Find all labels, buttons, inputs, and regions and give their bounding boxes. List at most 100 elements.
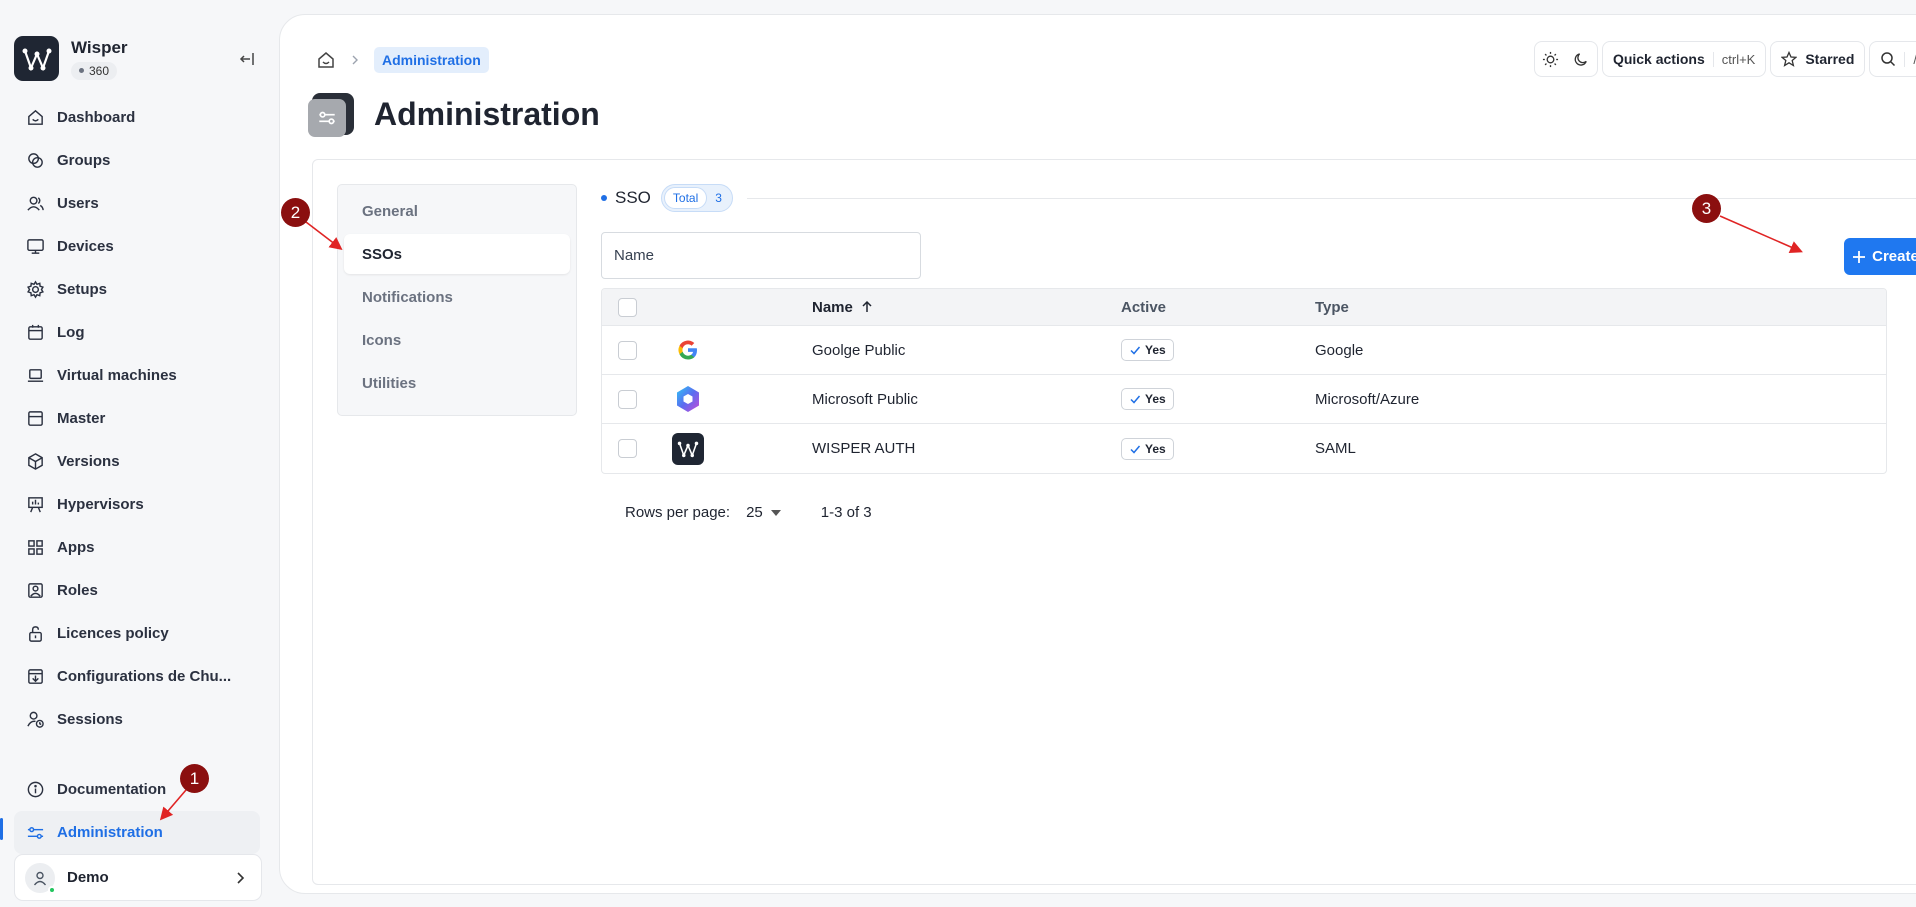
home-icon xyxy=(28,109,43,125)
check-icon xyxy=(1130,395,1141,404)
home-icon[interactable] xyxy=(316,50,336,70)
tab-utilities[interactable]: Utilities xyxy=(344,363,570,403)
sidebar-item-licences-policy[interactable]: Licences policy xyxy=(14,612,260,655)
starred-button[interactable]: Starred xyxy=(1770,41,1866,77)
admin-tabs: General SSOs Notifications Icons Utiliti… xyxy=(337,184,577,416)
calendar-icon xyxy=(28,324,43,340)
page-header: Administration xyxy=(308,93,600,137)
wisper-logo-icon xyxy=(14,36,59,81)
active-badge: Yes xyxy=(1121,388,1174,410)
section-divider xyxy=(746,197,1916,199)
caret-down-icon xyxy=(770,509,781,516)
breadcrumb-current[interactable]: Administration xyxy=(374,47,489,73)
search-button[interactable]: / xyxy=(1869,41,1916,77)
download-box-icon xyxy=(28,669,43,684)
sidebar-item-log[interactable]: Log xyxy=(14,311,260,354)
table-row[interactable]: Microsoft Public Yes Microsoft/Azure xyxy=(602,375,1886,424)
grid-icon xyxy=(28,540,43,555)
sidebar-item-users[interactable]: Users xyxy=(14,182,260,225)
sidebar-item-dashboard[interactable]: Dashboard xyxy=(14,96,260,139)
table-row[interactable]: Goolge Public Yes Google xyxy=(602,326,1886,375)
user-clock-icon xyxy=(27,711,44,728)
chevron-right-icon xyxy=(352,55,358,65)
moon-icon xyxy=(1574,52,1587,66)
window-icon xyxy=(28,411,43,426)
star-icon xyxy=(1781,51,1798,67)
sso-type: SAML xyxy=(1315,440,1356,457)
admin-page-icon xyxy=(308,93,354,137)
id-card-icon xyxy=(28,583,43,598)
check-icon xyxy=(1130,346,1141,355)
users-icon xyxy=(27,196,44,211)
search-shortcut-hint: / xyxy=(1904,51,1916,67)
info-icon xyxy=(27,781,44,798)
tab-notifications[interactable]: Notifications xyxy=(344,277,570,317)
row-checkbox[interactable] xyxy=(618,340,637,360)
select-all-checkbox[interactable] xyxy=(618,297,637,317)
gear-icon xyxy=(27,280,44,299)
table-header: Name Active Type xyxy=(602,289,1886,326)
microsoft-icon xyxy=(672,383,704,415)
row-checkbox[interactable] xyxy=(618,439,637,458)
section-title: SSO xyxy=(615,188,651,207)
tab-icons[interactable]: Icons xyxy=(344,320,570,360)
sidebar-item-sessions[interactable]: Sessions xyxy=(14,698,260,741)
active-badge: Yes xyxy=(1121,437,1174,460)
shortcut-hint: ctrl+K xyxy=(1712,51,1755,67)
sun-icon xyxy=(1542,51,1558,67)
laptop-icon xyxy=(27,369,44,382)
presentation-icon xyxy=(28,497,43,513)
sidebar-item-roles[interactable]: Roles xyxy=(14,569,260,612)
rows-per-page-label: Rows per page: xyxy=(625,504,731,521)
sso-type: Microsoft/Azure xyxy=(1315,390,1420,408)
sidebar-item-setups[interactable]: Setups xyxy=(14,268,260,311)
sidebar-item-virtual-machines[interactable]: Virtual machines xyxy=(14,354,260,397)
check-icon xyxy=(1130,445,1141,454)
online-status-dot xyxy=(48,885,56,894)
avatar xyxy=(25,862,56,894)
annotation-marker-3: 3 xyxy=(1692,194,1721,223)
quick-actions-button[interactable]: Quick actions ctrl+K xyxy=(1601,41,1767,77)
app-name: Wisper xyxy=(71,37,128,57)
sidebar-item-versions[interactable]: Versions xyxy=(14,440,260,483)
column-active-header[interactable]: Active xyxy=(1121,299,1315,316)
total-count-badge: Total 3 xyxy=(660,184,733,212)
name-filter-input[interactable] xyxy=(601,232,921,279)
sidebar-item-administration[interactable]: Administration xyxy=(14,811,260,854)
annotation-marker-2: 2 xyxy=(281,198,310,227)
sidebar: Wisper 360 Dashboard Groups Users Device… xyxy=(0,0,278,907)
sort-ascending-icon xyxy=(862,300,872,312)
sidebar-item-groups[interactable]: Groups xyxy=(14,139,260,182)
breadcrumb: Administration xyxy=(316,47,489,73)
sidebar-item-master[interactable]: Master xyxy=(14,397,260,440)
sidebar-item-hypervisors[interactable]: Hypervisors xyxy=(14,483,260,526)
pagination-range: 1-3 of 3 xyxy=(820,504,872,521)
monitor-icon xyxy=(27,239,44,254)
sidebar-item-devices[interactable]: Devices xyxy=(14,225,260,268)
sso-name: WISPER AUTH xyxy=(812,440,916,457)
row-checkbox[interactable] xyxy=(618,389,637,409)
tab-ssos[interactable]: SSOs xyxy=(344,234,570,274)
google-icon xyxy=(672,334,704,366)
sso-name: Microsoft Public xyxy=(812,390,918,408)
wisper-icon xyxy=(672,432,704,465)
column-type-header[interactable]: Type xyxy=(1315,299,1886,316)
tab-general[interactable]: General xyxy=(344,191,570,231)
sso-table: Name Active Type Goolge Public Yes Googl… xyxy=(601,288,1887,474)
table-row[interactable]: WISPER AUTH Yes SAML xyxy=(602,424,1886,473)
theme-toggle[interactable] xyxy=(1533,41,1598,77)
user-menu[interactable]: Demo xyxy=(14,854,262,901)
sidebar-item-documentation[interactable]: Documentation xyxy=(14,768,260,811)
column-name-header[interactable]: Name xyxy=(812,299,1121,316)
search-icon xyxy=(1881,52,1896,67)
collapse-sidebar-icon[interactable] xyxy=(236,48,258,70)
create-button[interactable]: Create xyxy=(1844,238,1916,275)
sidebar-item-configurations[interactable]: Configurations de Chu... xyxy=(14,655,260,698)
sidebar-item-apps[interactable]: Apps xyxy=(14,526,260,569)
plus-icon xyxy=(1853,250,1866,263)
rows-per-page-select[interactable]: 25 xyxy=(746,504,781,521)
top-actions: Quick actions ctrl+K Starred / xyxy=(1533,41,1916,77)
sliders-icon xyxy=(27,827,44,839)
brand[interactable]: Wisper 360 xyxy=(14,36,128,81)
sso-name: Goolge Public xyxy=(812,341,906,359)
